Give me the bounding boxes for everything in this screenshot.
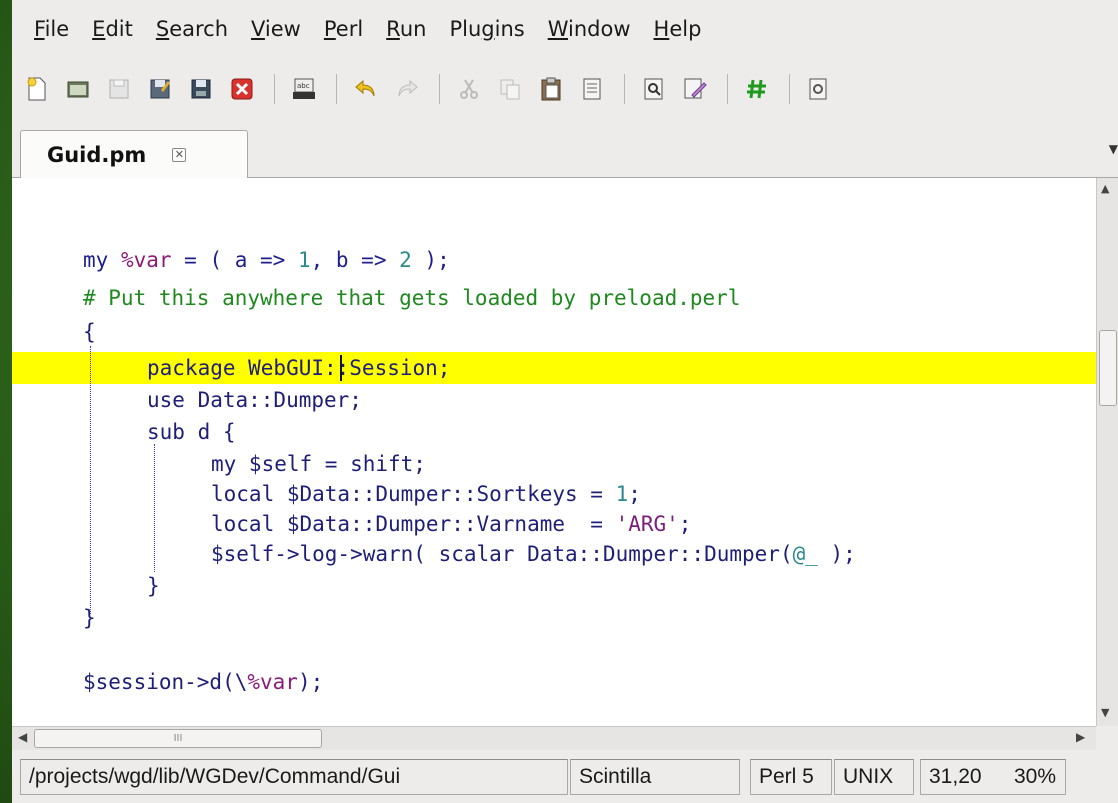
menu-perl[interactable]: Perl: [324, 17, 363, 41]
code-line-open-brace: {: [83, 320, 96, 344]
status-newline-mode: UNIX: [834, 759, 914, 795]
spell-check-icon: abc: [293, 78, 315, 99]
code-line-current: package WebGUI::Session;: [12, 352, 1096, 384]
horizontal-scroll-thumb[interactable]: III: [34, 729, 322, 748]
menu-window[interactable]: Window: [548, 17, 631, 41]
code-line-sub: sub d {: [147, 420, 236, 444]
undo-icon: [355, 79, 375, 97]
scroll-right-icon[interactable]: ▶: [1076, 730, 1085, 744]
open-folder-icon: [67, 81, 89, 98]
status-cursor-position: 31,20: [920, 759, 1006, 795]
scroll-up-icon[interactable]: ▲: [1101, 182, 1109, 195]
menu-plugins[interactable]: Plugins: [449, 17, 524, 41]
find-icon: [644, 78, 663, 100]
toolbar-separator: [624, 74, 625, 104]
horizontal-scrollbar[interactable]: ◀ III ▶: [12, 726, 1096, 750]
code-line-close-sub: }: [147, 574, 160, 598]
code-line-varname: local $Data::Dumper::Varname = 'ARG';: [211, 512, 692, 536]
save-button[interactable]: [106, 76, 132, 102]
copy-icon: [500, 79, 520, 100]
redo-button[interactable]: [394, 76, 420, 102]
preferences-button[interactable]: [806, 76, 832, 102]
code-line-warn: $self->log->warn( scalar Data::Dumper::D…: [211, 542, 856, 566]
menu-edit[interactable]: Edit: [92, 17, 133, 41]
status-scroll-percent: 30%: [1006, 759, 1066, 795]
indent-guide: [154, 444, 155, 572]
menu-bar: File Edit Search View Perl Run Plugins W…: [12, 0, 1118, 58]
document-search-icon: [809, 78, 827, 100]
cut-button[interactable]: [456, 76, 482, 102]
editor-tab-strip: Guid.pm ✕ ▼: [12, 120, 1118, 179]
scroll-down-icon[interactable]: ▼: [1101, 706, 1109, 719]
indent-guide: [90, 346, 91, 614]
status-language: Perl 5: [750, 759, 832, 795]
status-lexer: Scintilla: [570, 759, 740, 795]
paste-icon: [541, 77, 561, 101]
code-line-comment: # Put this anywhere that gets loaded by …: [83, 286, 741, 310]
menu-search[interactable]: Search: [156, 17, 228, 41]
undo-button[interactable]: [353, 76, 379, 102]
select-all-button[interactable]: [579, 76, 605, 102]
toolbar-separator: [439, 74, 440, 104]
tab-guid-pm[interactable]: Guid.pm ✕: [20, 130, 248, 179]
code-line-close-block: }: [83, 606, 96, 630]
code-line-1: my %var = ( a => 1, b => 2 );: [83, 248, 450, 272]
redo-icon: [398, 79, 418, 97]
tab-list-arrow-icon[interactable]: ▼: [1109, 142, 1118, 156]
code-editor[interactable]: my %var = ( a => 1, b => 2 ); # Put this…: [12, 178, 1096, 726]
new-file-button[interactable]: [24, 76, 50, 102]
vertical-scrollbar[interactable]: ▲ ▼: [1096, 178, 1118, 726]
paste-button[interactable]: [538, 76, 564, 102]
code-line-sortkeys: local $Data::Dumper::Sortkeys = 1;: [211, 482, 641, 506]
replace-button[interactable]: [682, 76, 708, 102]
padre-editor-window: File Edit Search View Perl Run Plugins W…: [12, 0, 1118, 803]
menu-help[interactable]: Help: [654, 17, 702, 41]
comment-toggle-button[interactable]: [744, 76, 770, 102]
toolbar-separator: [789, 74, 790, 104]
copy-button[interactable]: [497, 76, 523, 102]
scissors-icon: [460, 79, 478, 99]
save-all-icon: [191, 79, 211, 99]
code-line-session: $session->d(\%var);: [83, 670, 324, 694]
tab-close-icon[interactable]: ✕: [172, 148, 187, 162]
toolbar: abc: [12, 58, 1118, 120]
spell-check-button[interactable]: abc: [291, 76, 317, 102]
svg-text:abc: abc: [297, 82, 310, 90]
hash-icon: [747, 79, 766, 99]
find-button[interactable]: [641, 76, 667, 102]
close-file-button[interactable]: [229, 76, 255, 102]
save-all-button[interactable]: [188, 76, 214, 102]
scroll-left-icon[interactable]: ◀: [18, 730, 27, 744]
toolbar-separator: [336, 74, 337, 104]
vertical-scroll-thumb[interactable]: [1099, 330, 1117, 406]
menu-file[interactable]: File: [34, 17, 69, 41]
tab-label: Guid.pm: [47, 143, 147, 167]
document-icon: [583, 78, 601, 100]
text-caret: [340, 355, 342, 381]
status-bar: /projects/wgd/lib/WGDev/Command/Gui Scin…: [12, 756, 1118, 798]
open-file-button[interactable]: [65, 76, 91, 102]
menu-run[interactable]: Run: [386, 17, 426, 41]
save-icon: [109, 79, 129, 99]
save-as-icon: [150, 79, 170, 99]
toolbar-separator: [274, 74, 275, 104]
status-file-path: /projects/wgd/lib/WGDev/Command/Gui: [20, 759, 568, 795]
code-line-my-self: my $self = shift;: [211, 452, 426, 476]
code-line-use: use Data::Dumper;: [147, 388, 362, 412]
menu-view[interactable]: View: [251, 17, 301, 41]
toolbar-separator: [727, 74, 728, 104]
close-icon: [231, 78, 253, 100]
replace-icon: [684, 78, 707, 99]
save-as-button[interactable]: [147, 76, 173, 102]
new-file-icon: [27, 77, 46, 101]
